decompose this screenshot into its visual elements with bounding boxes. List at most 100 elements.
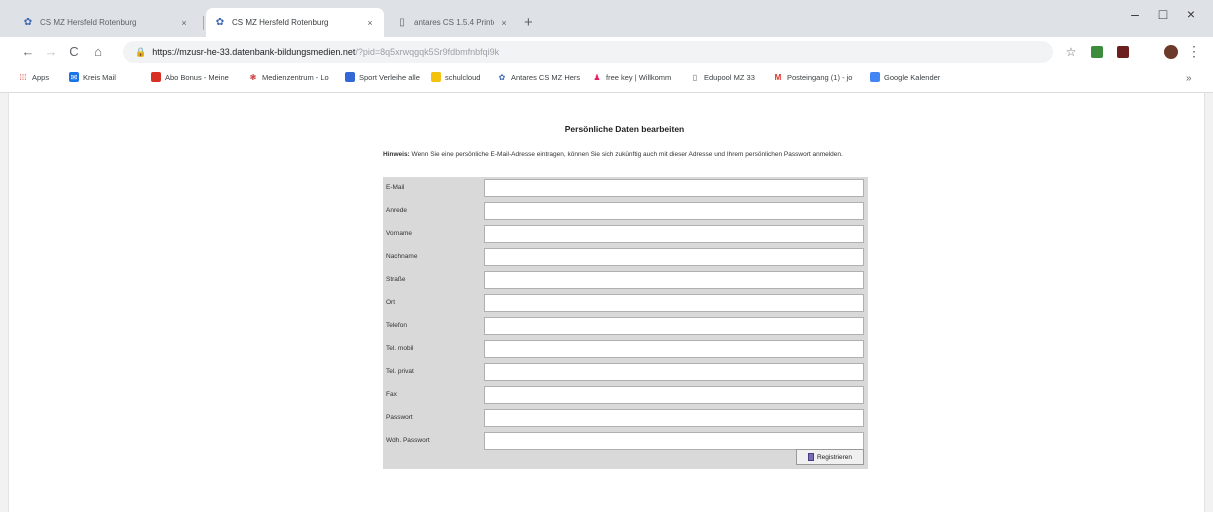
bookmarks-overflow-icon[interactable]: » [1186,73,1192,84]
page-title: Persönliche Daten bearbeiten [564,124,685,134]
apps-icon: ⁞⁞⁞ [19,72,27,82]
bookmark-star-icon[interactable]: ☆ [1063,45,1079,59]
tel-privat-field[interactable] [484,363,864,381]
bookmark-label: free key | Willkomm [606,72,672,82]
fax-field[interactable] [484,386,864,404]
home-button[interactable]: ⌂ [90,45,106,59]
antares-favicon-icon: ✿ [23,17,33,28]
label-fax: Fax [386,391,397,398]
bookmark-label: schulcloud [445,72,481,82]
ort-field[interactable] [484,294,864,312]
vorname-field[interactable] [484,225,864,243]
minimize-button[interactable]: – [1125,6,1145,22]
extension-icon[interactable] [1117,46,1129,58]
tab-2-active[interactable]: ✿ CS MZ Hersfeld Rotenburg × [206,8,384,37]
label-ort: Ort [386,299,396,306]
reload-button[interactable]: C [66,45,82,59]
label-strasse: Straße [386,276,406,283]
label-tel-mobil: Tel. mobil [386,345,414,352]
email-field[interactable] [484,179,864,197]
right-gutter [1204,93,1213,512]
calendar-icon [870,72,880,82]
anrede-field[interactable] [484,202,864,220]
browser-toolbar: ← → C ⌂ 🔒 https://mzusr-he-33.datenbank-… [0,37,1213,67]
telefon-field[interactable] [484,317,864,335]
bookmark-label: Kreis Mail [83,72,116,82]
tab-1[interactable]: ✿ CS MZ Hersfeld Rotenburg × [14,8,198,37]
bookmark-pink-icon: ♟ [593,72,601,82]
close-window-button[interactable]: × [1181,6,1201,22]
tab-3-title: antares CS 1.5.4 Printer [414,18,494,27]
bookmark-antares[interactable]: ✿ Antares CS MZ Hers [497,72,581,82]
bookmark-medienzentrum[interactable]: ❃ Medienzentrum - Lo [248,72,329,82]
new-tab-button[interactable]: + [524,14,533,31]
bookmark-abo-bonus[interactable]: Abo Bonus - Meine [151,72,229,82]
bookmark-red-icon: ❃ [249,72,257,82]
bookmark-sport-verleihe[interactable]: Sport Verleihe alle [345,72,420,82]
address-bar[interactable]: 🔒 https://mzusr-he-33.datenbank-bildungs… [123,41,1053,63]
maximize-button[interactable]: □ [1153,6,1173,22]
register-button-label: Registrieren [816,453,853,461]
gmail-icon: M [774,72,782,82]
bookmark-free-key[interactable]: ♟ free key | Willkomm [592,72,671,82]
lock-icon: 🔒 [135,46,147,57]
bookmark-apps[interactable]: ⁞⁞⁞ Apps [18,72,49,82]
profile-avatar[interactable] [1164,45,1178,59]
hint-text: Hinweis: Wenn Sie eine persönliche E-Mai… [383,151,866,159]
folder-icon [431,72,441,82]
tab-close-icon[interactable]: × [178,18,190,28]
personal-data-form: E-Mail Anrede Vorname Nachname Straße Or… [383,177,868,469]
bookmark-label: Abo Bonus - Meine [165,72,229,82]
page-icon: ▯ [692,72,698,82]
bookmark-schulcloud[interactable]: schulcloud [431,72,480,82]
label-anrede: Anrede [386,207,407,214]
mail-icon: ✉ [69,72,79,82]
tab-divider [203,16,204,30]
bookmark-red-icon [151,72,161,82]
hint-label: Hinweis: [383,151,410,158]
url-path: /?pid=8q5xrwqgqk5Sr9fdbmfnbfqi9k [355,47,500,57]
strasse-field[interactable] [484,271,864,289]
tel-mobil-field[interactable] [484,340,864,358]
register-icon [807,453,814,461]
antares-icon: ✿ [498,72,506,82]
label-nachname: Nachname [386,253,418,260]
bookmark-label: Edupool MZ 33 [704,72,755,82]
bookmark-kreis-mail[interactable]: ✉ Kreis Mail [69,72,116,82]
hint-body: Wenn Sie eine persönliche E-Mail-Adresse… [411,151,843,158]
forward-button[interactable]: → [43,45,59,59]
tab-close-icon[interactable]: × [364,18,376,28]
password-repeat-field[interactable] [484,432,864,450]
password-field[interactable] [484,409,864,427]
label-tel-privat: Tel. privat [386,368,414,375]
tab-1-title: CS MZ Hersfeld Rotenburg [40,18,137,27]
tab-close-icon[interactable]: × [498,18,510,28]
bookmark-label: Google Kalender [884,72,941,82]
nachname-field[interactable] [484,248,864,266]
label-email: E-Mail [386,184,405,191]
bookmark-blue-icon [345,72,355,82]
bookmark-label: Apps [32,72,50,82]
label-wdh-passwort: Wdh. Passwort [386,437,430,444]
bookmark-label: Sport Verleihe alle [359,72,420,82]
back-button[interactable]: ← [20,45,36,59]
antares-favicon-icon: ✿ [215,17,225,28]
tab-2-title: CS MZ Hersfeld Rotenburg [232,18,329,27]
left-gutter [0,93,9,512]
sheets-extension-icon[interactable] [1091,46,1103,58]
bookmark-edupool[interactable]: ▯ Edupool MZ 33 [690,72,755,82]
tab-strip: ✿ CS MZ Hersfeld Rotenburg × ✿ CS MZ Her… [0,0,1213,37]
bookmark-posteingang[interactable]: M Posteingang (1) - jo [773,72,853,82]
browser-window: ✿ CS MZ Hersfeld Rotenburg × ✿ CS MZ Her… [0,0,1213,512]
label-telefon: Telefon [386,322,407,329]
page-favicon-icon: ▯ [399,17,405,28]
bookmark-label: Medienzentrum - Lo [262,72,329,82]
label-vorname: Vorname [386,230,413,237]
bookmark-label: Posteingang (1) - jo [787,72,853,82]
register-button[interactable]: Registrieren [796,449,864,465]
bookmark-google-kalender[interactable]: Google Kalender [870,72,940,82]
menu-icon[interactable]: ⋮ [1187,43,1201,60]
bookmark-label: Antares CS MZ Hers [511,72,581,82]
tab-3[interactable]: ▯ antares CS 1.5.4 Printer × [388,8,518,37]
bookmarks-bar: ⁞⁞⁞ Apps ✉ Kreis Mail Abo Bonus - Meine … [0,67,1213,93]
